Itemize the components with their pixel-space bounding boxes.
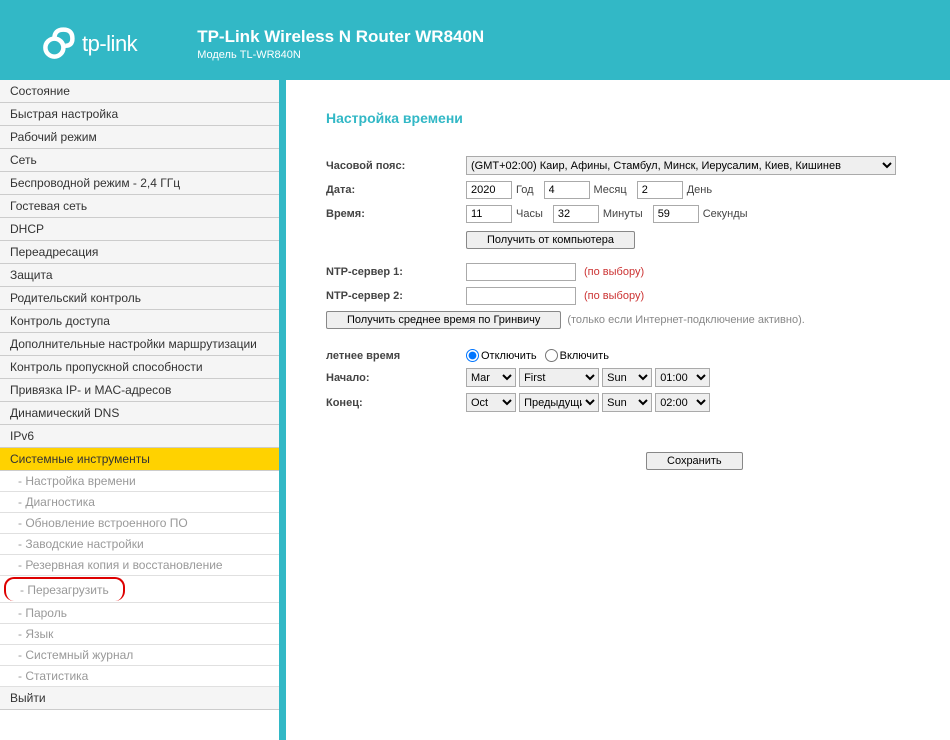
input-sec[interactable]: [653, 205, 699, 223]
input-day[interactable]: [637, 181, 683, 199]
nav-dhcp[interactable]: DHCP: [0, 218, 279, 241]
label-date: Дата:: [326, 184, 466, 196]
subnav-syslog[interactable]: - Системный журнал: [0, 645, 279, 666]
unit-month: Месяц: [594, 184, 627, 196]
end-day[interactable]: Sun: [602, 393, 652, 412]
page-title: Настройка времени: [326, 110, 930, 126]
nav-ipmac[interactable]: Привязка IP- и MAC-адресов: [0, 379, 279, 402]
nav-access[interactable]: Контроль доступа: [0, 310, 279, 333]
nav-security[interactable]: Защита: [0, 264, 279, 287]
nav-bandwidth[interactable]: Контроль пропускной способности: [0, 356, 279, 379]
label-ntp1: NTP-сервер 1:: [326, 266, 466, 278]
label-time: Время:: [326, 208, 466, 220]
nav-wireless[interactable]: Беспроводной режим - 2,4 ГГц: [0, 172, 279, 195]
btn-get-gmt[interactable]: Получить среднее время по Гринвичу: [326, 311, 561, 329]
row-time: Время: Часы Минуты Секунды: [326, 205, 930, 223]
product-title: TP-Link Wireless N Router WR840N: [197, 27, 484, 47]
end-month[interactable]: Oct: [466, 393, 516, 412]
input-month[interactable]: [544, 181, 590, 199]
subnav-factory[interactable]: - Заводские настройки: [0, 534, 279, 555]
unit-day: День: [687, 184, 712, 196]
nav-logout[interactable]: Выйти: [0, 687, 279, 710]
opt2: (по выбору): [584, 290, 644, 302]
nav-status[interactable]: Состояние: [0, 80, 279, 103]
end-week[interactable]: Предыдущий: [519, 393, 599, 412]
nav-network[interactable]: Сеть: [0, 149, 279, 172]
select-timezone[interactable]: (GMT+02:00) Каир, Афины, Стамбул, Минск,…: [466, 156, 896, 175]
label-ntp2: NTP-сервер 2:: [326, 290, 466, 302]
radio-dst-on[interactable]: [545, 349, 558, 362]
sidebar: Состояние Быстрая настройка Рабочий режи…: [0, 80, 280, 740]
nav-parental[interactable]: Родительский контроль: [0, 287, 279, 310]
header-title-block: TP-Link Wireless N Router WR840N Модель …: [197, 27, 484, 61]
nav-ddns[interactable]: Динамический DNS: [0, 402, 279, 425]
brand-text: tp-link: [82, 31, 137, 57]
start-week[interactable]: First: [519, 368, 599, 387]
input-min[interactable]: [553, 205, 599, 223]
brand-logo: tp-link: [40, 26, 137, 62]
input-ntp1[interactable]: [466, 263, 576, 281]
start-hour[interactable]: 01:00: [655, 368, 710, 387]
row-ntp2: NTP-сервер 2: (по выбору): [326, 287, 930, 305]
nav-mode[interactable]: Рабочий режим: [0, 126, 279, 149]
unit-sec: Секунды: [703, 208, 748, 220]
row-timezone: Часовой пояс: (GMT+02:00) Каир, Афины, С…: [326, 156, 930, 175]
subnav-stats[interactable]: - Статистика: [0, 666, 279, 687]
subnav-password[interactable]: - Пароль: [0, 603, 279, 624]
product-model: Модель TL-WR840N: [197, 49, 484, 61]
unit-year: Год: [516, 184, 534, 196]
input-hour[interactable]: [466, 205, 512, 223]
gmt-note: (только если Интернет-подключение активн…: [567, 314, 804, 326]
nav-quick-setup[interactable]: Быстрая настройка: [0, 103, 279, 126]
tplink-logo-icon: [40, 26, 76, 62]
btn-save[interactable]: Сохранить: [646, 452, 743, 470]
subnav-lang[interactable]: - Язык: [0, 624, 279, 645]
end-hour[interactable]: 02:00: [655, 393, 710, 412]
subnav-reboot[interactable]: - Перезагрузить: [4, 577, 125, 601]
label-end: Конец:: [326, 397, 466, 409]
start-month[interactable]: Mar: [466, 368, 516, 387]
label-dst: летнее время: [326, 350, 466, 362]
nav-forwarding[interactable]: Переадресация: [0, 241, 279, 264]
subnav-diag[interactable]: - Диагностика: [0, 492, 279, 513]
input-year[interactable]: [466, 181, 512, 199]
main-content: Настройка времени Часовой пояс: (GMT+02:…: [286, 80, 950, 740]
header: tp-link TP-Link Wireless N Router WR840N…: [0, 0, 950, 80]
start-day[interactable]: Sun: [602, 368, 652, 387]
input-ntp2[interactable]: [466, 287, 576, 305]
label-tz: Часовой пояс:: [326, 160, 466, 172]
nav-system-tools[interactable]: Системные инструменты: [0, 448, 279, 471]
subnav-time[interactable]: - Настройка времени: [0, 471, 279, 492]
btn-get-from-pc[interactable]: Получить от компьютера: [466, 231, 635, 249]
row-end: Конец: Oct Предыдущий Sun 02:00: [326, 393, 930, 412]
radio-on-label: Включить: [560, 350, 609, 362]
row-date: Дата: Год Месяц День: [326, 181, 930, 199]
radio-dst-off[interactable]: [466, 349, 479, 362]
subnav-backup[interactable]: - Резервная копия и восстановление: [0, 555, 279, 576]
nav-routing[interactable]: Дополнительные настройки маршрутизации: [0, 333, 279, 356]
row-dst: летнее время Отключить Включить: [326, 349, 930, 362]
unit-hour: Часы: [516, 208, 543, 220]
nav-ipv6[interactable]: IPv6: [0, 425, 279, 448]
label-start: Начало:: [326, 372, 466, 384]
row-start: Начало: Mar First Sun 01:00: [326, 368, 930, 387]
radio-off-label: Отключить: [481, 350, 537, 362]
row-ntp1: NTP-сервер 1: (по выбору): [326, 263, 930, 281]
nav-guest[interactable]: Гостевая сеть: [0, 195, 279, 218]
unit-min: Минуты: [603, 208, 643, 220]
subnav-firmware[interactable]: - Обновление встроенного ПО: [0, 513, 279, 534]
opt1: (по выбору): [584, 266, 644, 278]
